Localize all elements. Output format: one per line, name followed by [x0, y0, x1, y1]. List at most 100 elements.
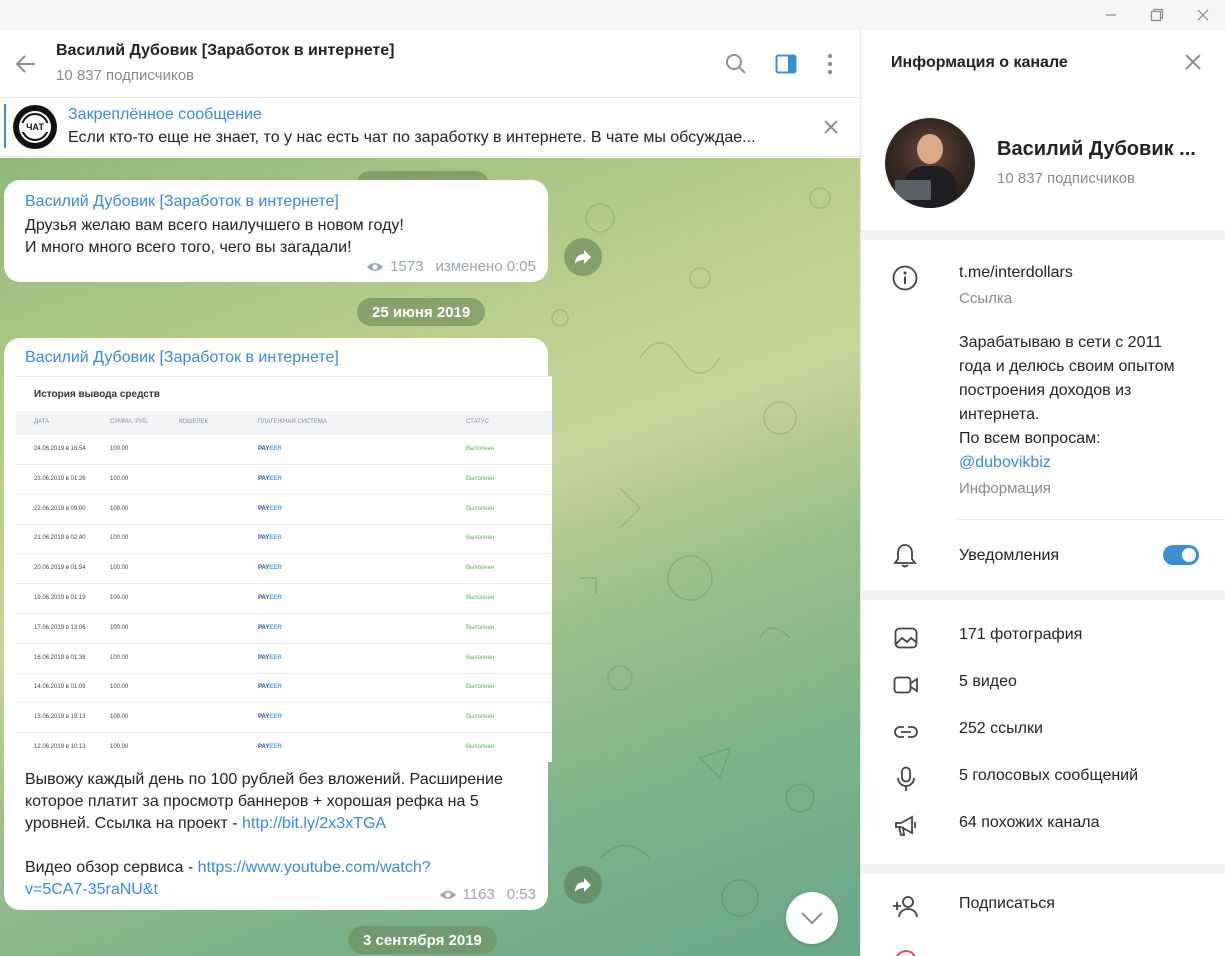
payeer-logo-a: PAY — [258, 684, 270, 691]
chat-subscribers: 10 837 подписчиков — [56, 67, 195, 84]
message-author[interactable]: Василий Дубовик [Заработок в интернете] — [25, 193, 339, 211]
close-icon — [1197, 9, 1209, 21]
description-line: года и делюсь своим опытом — [959, 358, 1175, 375]
photo-td-status: Выполнен — [466, 714, 495, 721]
photo-td-status: Выполнен — [466, 684, 495, 691]
description-line: Зарабатываю в сети с 2011 — [959, 334, 1163, 351]
channel-description: Зарабатываю в сети с 2011 года и делюсь … — [959, 331, 1175, 475]
photo-td-date: 17.06.2019 в 13:06 — [34, 624, 86, 631]
photo-td-payment: PAYEER — [258, 684, 282, 690]
photo-title: История вывода средств — [34, 389, 160, 400]
pinned-thumbnail: ЧАТ — [13, 105, 57, 149]
message-author[interactable]: Василий Дубовик [Заработок в интернете] — [25, 349, 339, 367]
more-menu-button[interactable] — [814, 48, 846, 80]
channel-info-panel: Информация о канале Василий Дубовик ... … — [860, 30, 1225, 956]
media-videos-row[interactable]: 5 видео — [861, 661, 1225, 708]
date-separator: 25 июня 2019 — [357, 298, 486, 326]
notifications-toggle[interactable] — [1163, 545, 1199, 565]
photo-td-date: 12.06.2019 в 10:13 — [34, 744, 86, 750]
channel-link-label: Ссылка — [959, 290, 1013, 307]
notifications-label: Уведомления — [959, 547, 1060, 564]
forward-button[interactable] — [564, 866, 602, 904]
media-voice-row[interactable]: 5 голосовых сообщений — [861, 755, 1225, 802]
photo-table-row: 14.06.2019 в 01:09 100.00 Выполнен PAYEER — [16, 673, 552, 704]
photo-td-date: 24.06.2019 в 16:54 — [34, 446, 86, 452]
payeer-logo-a: PAY — [258, 654, 270, 661]
contact-username-link[interactable]: @dubovikbiz — [959, 451, 1175, 475]
channel-subscribers: 10 837 подписчиков — [997, 170, 1136, 187]
photo-td-payment: PAYEER — [258, 446, 282, 452]
microphone-icon — [891, 764, 921, 794]
scroll-to-bottom-button[interactable] — [786, 892, 838, 944]
panel-close-button[interactable] — [1181, 50, 1205, 74]
report-icon — [895, 950, 917, 956]
photo-td-date: 22.06.2019 в 09:00 — [34, 505, 86, 512]
message-bubble[interactable]: Василий Дубовик [Заработок в интернете] … — [4, 180, 548, 282]
channel-name: Василий Дубовик ... — [997, 138, 1196, 160]
pinned-message-bar[interactable]: ЧАТ Закреплённое сообщение Если кто-то е… — [0, 98, 860, 157]
message-time: изменено 0:05 — [435, 258, 536, 275]
photo-table-row: 21.06.2019 в 02:40 100.00 Выполнен PAYEER — [16, 524, 552, 555]
subscribe-row[interactable]: Подписаться — [861, 883, 1225, 930]
photo-table-row: 20.06.2019 в 01:54 100.00 Выполнен PAYEER — [16, 554, 552, 585]
photo-table-row: 24.06.2019 в 16:54 100.00 Выполнен PAYEER — [16, 435, 552, 465]
info-icon — [891, 264, 919, 292]
payeer-logo-b: EER — [269, 744, 282, 750]
photo-td-sum: 100.00 — [110, 714, 129, 721]
subscribe-label: Подписаться — [959, 895, 1055, 912]
payeer-logo-a: PAY — [258, 475, 270, 482]
description-line: По всем вопросам: — [959, 430, 1101, 447]
payeer-logo-b: EER — [269, 565, 282, 572]
photo-td-payment: PAYEER — [258, 714, 282, 720]
divider — [957, 519, 1225, 520]
photo-td-payment: PAYEER — [258, 625, 282, 631]
photo-table-row: 13.06.2019 в 19:13 100.00 Выполнен PAYEER — [16, 703, 552, 734]
project-link[interactable]: http://bit.ly/2x3xTGA — [242, 815, 386, 832]
back-button[interactable] — [8, 46, 44, 82]
chat-title[interactable]: Василий Дубовик [Заработок в интернете] — [56, 42, 394, 60]
chat-messages-area[interactable]: 1 января 2019 Василий Дубовик [Заработок… — [0, 158, 860, 956]
channel-link[interactable]: t.me/interdollars — [959, 261, 1073, 285]
photo-th: ДАТА — [34, 419, 50, 425]
sidebar-toggle-button[interactable] — [770, 48, 802, 80]
video-camera-icon — [891, 670, 921, 700]
forward-button[interactable] — [564, 238, 602, 276]
photo-th: КОШЕЛЕК — [179, 419, 209, 425]
description-label: Информация — [959, 480, 1051, 497]
window-titlebar — [0, 0, 1225, 30]
message-bubble[interactable]: Василий Дубовик [Заработок в интернете] … — [4, 338, 552, 910]
media-similar-row[interactable]: 64 похожих канала — [861, 802, 1225, 849]
message-text: Вывожу каждый день по 100 рублей без вло… — [25, 769, 535, 901]
photo-td-status: Выполнен — [466, 565, 495, 572]
message-line: И много много всего того, чего вы загада… — [25, 239, 352, 256]
minimize-button[interactable] — [1088, 0, 1134, 30]
media-links-row[interactable]: 252 ссылки — [861, 708, 1225, 755]
window-close-button[interactable] — [1180, 0, 1225, 30]
photo-td-status: Выполнен — [466, 446, 495, 452]
media-photos-label: 171 фотография — [959, 626, 1083, 643]
search-button[interactable] — [720, 48, 752, 80]
avatar-laptop — [895, 180, 931, 200]
youtube-link[interactable]: https://www.youtube.com/watch? — [198, 859, 431, 876]
section-separator — [861, 230, 1225, 240]
media-similar-label: 64 похожих канала — [959, 814, 1100, 831]
restore-button[interactable] — [1134, 0, 1180, 30]
more-vertical-icon — [827, 53, 833, 75]
payeer-logo-a: PAY — [258, 595, 270, 601]
message-meta: 1163 0:53 — [439, 886, 536, 903]
chevron-down-icon — [801, 912, 823, 925]
message-meta: 1573 изменено 0:05 — [366, 258, 536, 275]
message-photo[interactable]: История вывода средств ДАТА СУММА, РУБ. … — [16, 376, 552, 762]
media-voice-label: 5 голосовых сообщений — [959, 767, 1139, 784]
channel-avatar[interactable] — [885, 118, 975, 208]
payeer-logo-a: PAY — [258, 565, 270, 572]
photo-td-sum: 100.00 — [110, 446, 129, 452]
photo-table-row: 16.06.2019 в 01:38 100.00 Выполнен PAYEER — [16, 644, 552, 674]
photo-table-row: 23.06.2019 в 01:26 100.00 Выполнен PAYEER — [16, 465, 552, 495]
photo-td-date: 21.06.2019 в 02:40 — [34, 535, 86, 542]
media-photos-row[interactable]: 171 фотография — [861, 614, 1225, 661]
payeer-logo-b: EER — [269, 654, 282, 661]
pinned-close-button[interactable] — [818, 114, 844, 140]
message-line: Вывожу каждый день по 100 рублей без вло… — [25, 771, 503, 788]
